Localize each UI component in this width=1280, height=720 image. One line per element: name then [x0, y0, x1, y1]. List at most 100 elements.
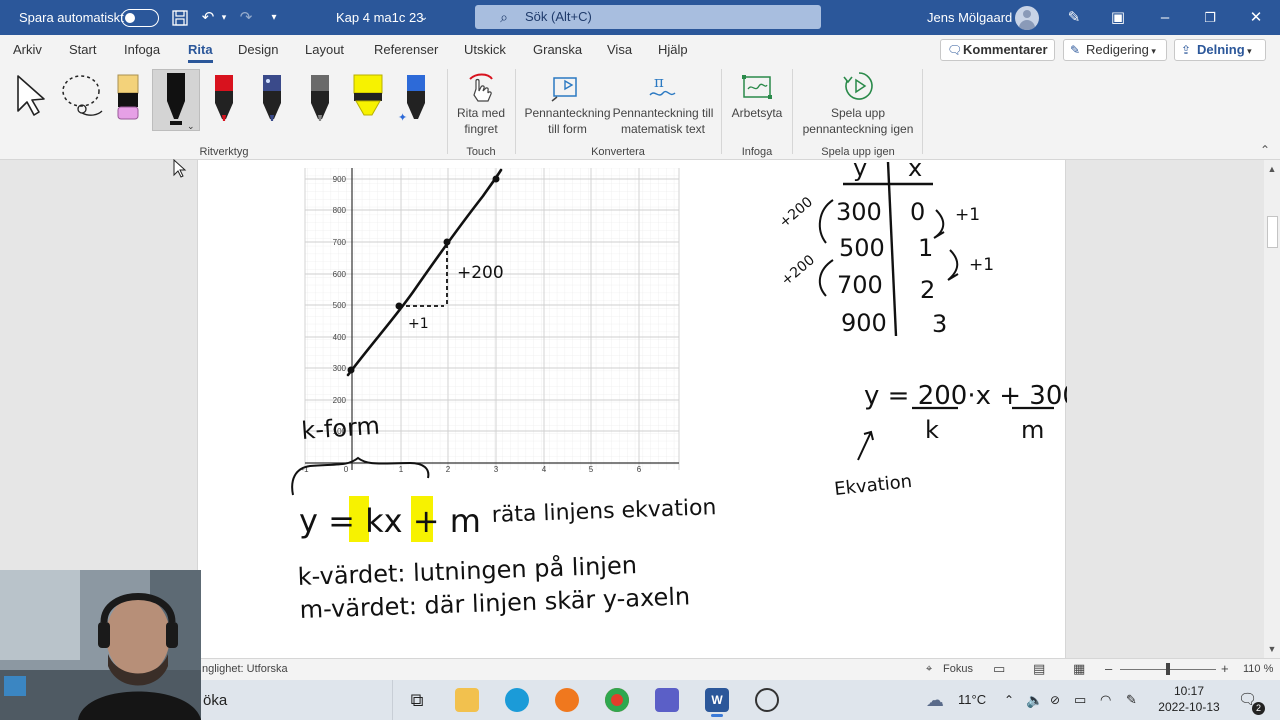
focus-button[interactable]: Fokus	[943, 663, 973, 675]
ink-to-math-icon[interactable]: π	[646, 71, 678, 103]
document-page[interactable]: 900 800 700 600 500 400 300 200 100 -1 0…	[197, 160, 1067, 658]
ink-k-vardet: k-värdet: lutningen på linjen	[297, 550, 637, 591]
task-view-icon[interactable]: ⧉	[405, 688, 429, 712]
comments-button[interactable]: 🗨Kommentarer	[940, 39, 1055, 61]
vertical-scrollbar[interactable]: ▲ ▼	[1264, 160, 1280, 658]
obs-icon[interactable]	[755, 688, 779, 712]
group-label-touch: Touch	[466, 146, 496, 158]
black-pen-icon[interactable]: ⌄	[156, 71, 196, 131]
y-tick: 200	[333, 396, 347, 405]
highlighter-pen-icon[interactable]	[108, 71, 148, 127]
ink-m-label: m	[1021, 416, 1044, 444]
ink-arrow	[947, 249, 959, 281]
user-name[interactable]: Jens Mölgaard	[927, 0, 1012, 35]
search-box[interactable]: ⌕ Sök (Alt+C)	[475, 5, 821, 29]
tab-referenser[interactable]: Referenser	[374, 42, 438, 57]
pen-tray-icon[interactable]: ✎	[1126, 680, 1137, 720]
tab-rita[interactable]: Rita	[188, 42, 213, 63]
y-tick: 800	[333, 206, 347, 215]
ink-to-math-button[interactable]: Pennanteckning till matematisk text	[612, 105, 714, 137]
print-layout-icon[interactable]: ▤	[1033, 661, 1045, 677]
x-tick: 0	[344, 465, 349, 474]
ribbon-display-icon[interactable]: ▣	[1108, 0, 1128, 35]
title-dropdown-icon[interactable]: ⌄	[417, 0, 431, 35]
chrome-icon[interactable]	[605, 688, 629, 712]
tab-utskick[interactable]: Utskick	[464, 42, 506, 57]
lasso-icon[interactable]	[60, 73, 104, 119]
canvas-button[interactable]: Arbetsyta	[725, 105, 789, 121]
weather-icon[interactable]: ☁	[926, 680, 944, 720]
close-icon[interactable]: ✕	[1246, 0, 1266, 35]
accessibility-status[interactable]: nglighet: Utforska	[202, 663, 288, 675]
clock[interactable]: 10:17 2022-10-13	[1150, 683, 1228, 715]
webcam-overlay	[0, 570, 201, 720]
y-tick: 400	[333, 333, 347, 342]
word-icon[interactable]: W	[705, 688, 729, 717]
ink-bracket	[818, 259, 834, 297]
teams-icon[interactable]	[655, 688, 679, 712]
tab-layout[interactable]: Layout	[305, 42, 344, 57]
wifi-icon[interactable]: ◠	[1100, 680, 1111, 720]
edge-icon[interactable]	[505, 688, 529, 712]
draw-with-finger-button[interactable]: Rita med fingret	[450, 105, 512, 137]
ink-point	[347, 366, 355, 374]
share-button[interactable]: ⇪ Delning ▾	[1174, 39, 1266, 61]
yellow-highlighter-icon[interactable]	[348, 71, 388, 127]
undo-dropdown-icon[interactable]: ▾	[218, 0, 230, 35]
zoom-level[interactable]: 110 %	[1243, 663, 1273, 675]
minimize-icon[interactable]: –	[1155, 0, 1175, 35]
undo-icon[interactable]: ↶	[198, 0, 218, 35]
network-icon[interactable]: ⊘	[1050, 680, 1060, 720]
edit-pen-icon: ✎	[1070, 43, 1081, 57]
draw-with-finger-icon[interactable]	[466, 71, 496, 105]
tab-infoga[interactable]: Infoga	[124, 42, 160, 57]
firefox-icon[interactable]	[555, 688, 579, 712]
taskbar-search-text[interactable]: öka	[203, 692, 227, 709]
ink-table-note-left: +200	[778, 252, 818, 289]
scroll-down-icon[interactable]: ▼	[1264, 644, 1280, 654]
tab-visa[interactable]: Visa	[607, 42, 632, 57]
scrollbar-thumb[interactable]	[1267, 216, 1278, 248]
zoom-in-icon[interactable]: +	[1221, 661, 1229, 676]
avatar[interactable]	[1015, 6, 1039, 30]
zoom-out-icon[interactable]: –	[1105, 661, 1112, 676]
tab-hjalp[interactable]: Hjälp	[658, 42, 688, 57]
restore-icon[interactable]: ❐	[1200, 0, 1220, 35]
y-tick: 300	[333, 364, 347, 373]
scroll-up-icon[interactable]: ▲	[1264, 164, 1280, 174]
volume-icon[interactable]: 🔈	[1026, 680, 1043, 720]
ink-table-x: 2	[920, 276, 935, 304]
red-pen-icon[interactable]	[204, 71, 244, 127]
collapse-ribbon-icon[interactable]: ⌃	[1260, 143, 1270, 157]
document-title[interactable]: Kap 4 ma1c 23	[336, 0, 423, 35]
pen-icon[interactable]: ✎	[1064, 0, 1084, 35]
focus-icon[interactable]: ⌖	[926, 663, 932, 676]
zoom-slider-thumb[interactable]	[1166, 663, 1170, 675]
customize-toolbar-icon[interactable]: ▾	[266, 0, 282, 35]
battery-icon[interactable]: ▭	[1074, 680, 1086, 720]
tab-start[interactable]: Start	[69, 42, 96, 57]
replay-ink-button[interactable]: Spela upp pennanteckning igen	[798, 105, 918, 137]
select-icon[interactable]	[15, 73, 49, 117]
file-explorer-icon[interactable]	[455, 688, 479, 712]
web-layout-icon[interactable]: ▦	[1073, 661, 1085, 677]
temperature[interactable]: 11°C	[958, 680, 986, 720]
galaxy-pen-icon[interactable]	[252, 71, 292, 127]
gray-pen-icon[interactable]	[300, 71, 340, 127]
blue-sparkle-pen-icon[interactable]: ✦	[396, 71, 436, 127]
tab-arkiv[interactable]: Arkiv	[13, 42, 42, 57]
tab-design[interactable]: Design	[238, 42, 278, 57]
canvas-icon[interactable]	[741, 71, 773, 103]
redo-icon[interactable]: ↷	[236, 0, 256, 35]
tab-granska[interactable]: Granska	[533, 42, 582, 57]
ink-to-shape-icon[interactable]	[551, 71, 583, 103]
show-hidden-icons[interactable]: ⌃	[1004, 680, 1014, 720]
replay-icon[interactable]	[843, 70, 875, 102]
autosave-toggle[interactable]	[121, 9, 159, 27]
ink-k-form: k-form	[300, 412, 380, 445]
save-icon[interactable]	[170, 0, 190, 35]
ink-to-shape-button[interactable]: Pennanteckning till form	[520, 105, 615, 137]
editing-button[interactable]: ✎ Redigering ▾	[1063, 39, 1167, 61]
read-mode-icon[interactable]: ▭	[993, 661, 1005, 677]
title-bar: Spara automatiskt ↶ ▾ ↷ ▾ Kap 4 ma1c 23 …	[0, 0, 1280, 35]
